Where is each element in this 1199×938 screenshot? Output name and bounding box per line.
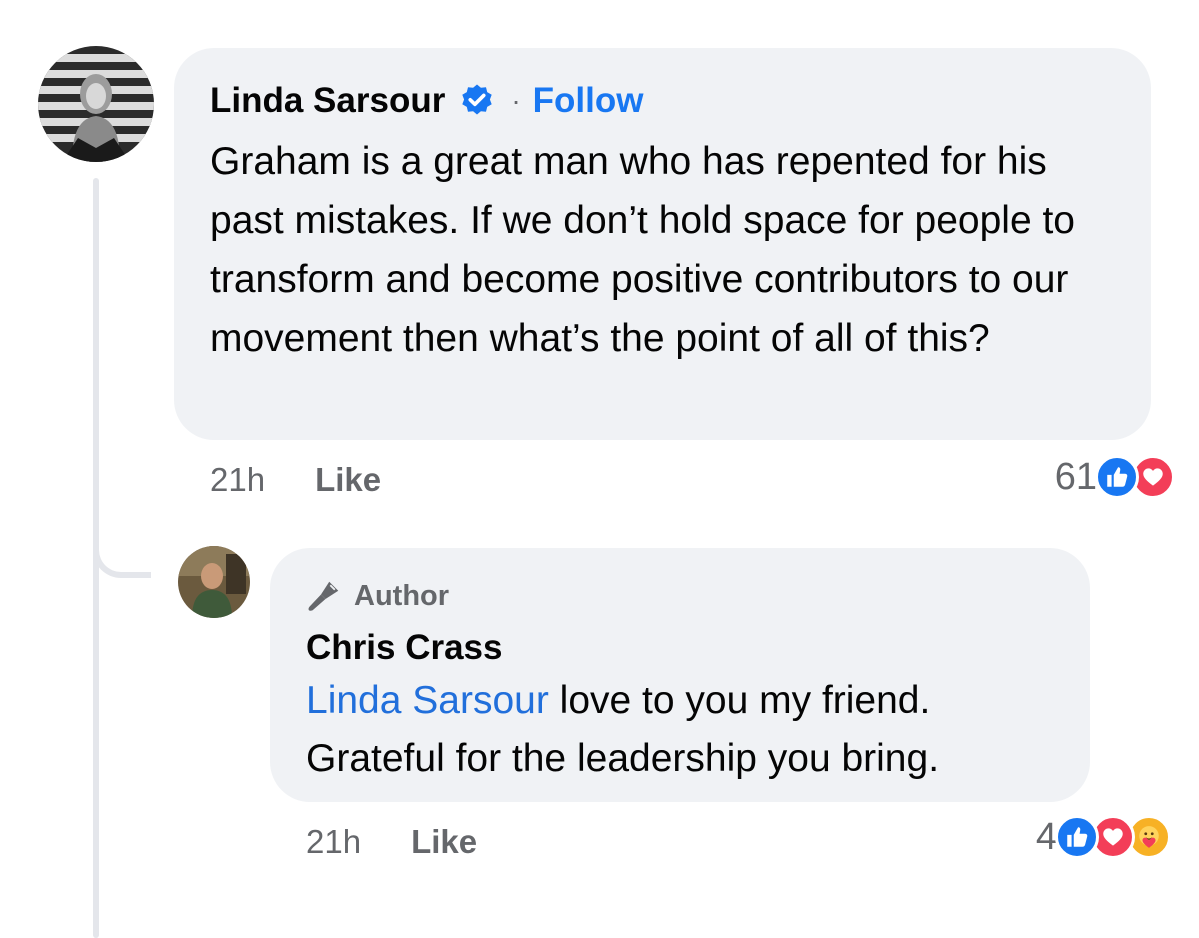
comment-header: Linda Sarsour · Follow: [210, 78, 1115, 124]
separator-dot: ·: [511, 85, 521, 116]
reply-text: Linda Sarsour love to you my friend. Gra…: [306, 672, 1066, 788]
microphone-icon: [308, 581, 339, 611]
profile-photo-icon: [178, 546, 250, 618]
avatar[interactable]: [178, 546, 250, 618]
like-icon: [1055, 815, 1099, 859]
comment-bubble: Linda Sarsour · Follow Graham is a great…: [174, 48, 1151, 440]
reaction-summary[interactable]: 4: [1036, 812, 1171, 862]
follow-button[interactable]: Follow: [533, 81, 644, 121]
comment-timestamp[interactable]: 21h: [210, 461, 265, 499]
reply-bubble: Author Chris Crass Linda Sarsour love to…: [270, 548, 1090, 802]
like-icon: [1095, 455, 1139, 499]
reply-timestamp[interactable]: 21h: [306, 823, 361, 861]
like-button[interactable]: Like: [315, 461, 381, 499]
mention-link[interactable]: Linda Sarsour: [306, 679, 549, 722]
reaction-count: 61: [1054, 455, 1097, 498]
reaction-count: 4: [1035, 815, 1057, 858]
avatar[interactable]: [38, 46, 154, 162]
comment-author-name[interactable]: Linda Sarsour: [210, 78, 445, 124]
author-badge-label: Author: [354, 579, 450, 612]
thread-branch: [93, 520, 151, 578]
reply-actions: 21h Like: [306, 820, 477, 864]
comment-text: Graham is a great man who has repented f…: [210, 140, 1075, 360]
verified-badge-icon: [462, 84, 493, 115]
author-badge: Author: [306, 576, 1054, 616]
reply-author-name[interactable]: Chris Crass: [306, 626, 1054, 670]
profile-photo-icon: [38, 46, 154, 162]
comment-actions: 21h Like: [210, 458, 381, 502]
reaction-summary[interactable]: 61: [1055, 452, 1175, 502]
like-button[interactable]: Like: [411, 823, 477, 861]
